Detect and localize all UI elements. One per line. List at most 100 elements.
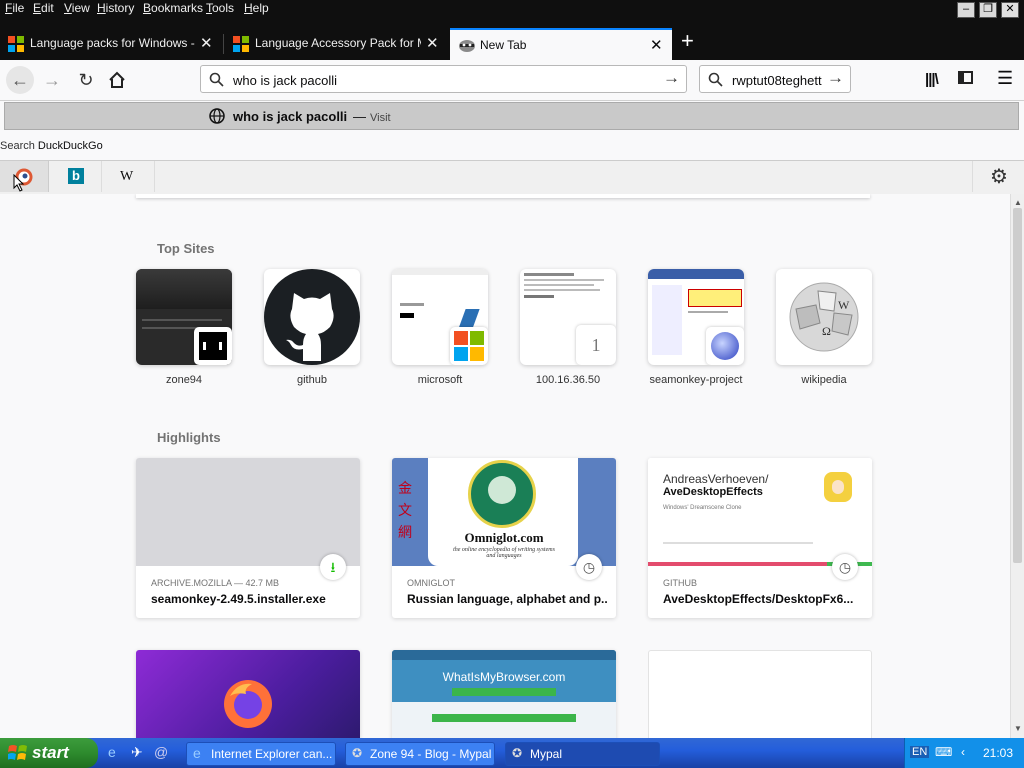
keyboard-icon[interactable]: ⌨ xyxy=(935,745,952,759)
taskbar-item-internet-explorer[interactable]: e Internet Explorer can... xyxy=(186,742,336,766)
menu-history[interactable]: History xyxy=(97,1,134,15)
home-button[interactable] xyxy=(103,66,131,94)
suggestion-separator: — xyxy=(353,109,366,124)
top-site-seamonkey-project[interactable]: seamonkey-project xyxy=(648,269,744,386)
github-icon xyxy=(264,269,360,365)
tab-title: Language Accessory Pack for Micr xyxy=(255,36,421,50)
highlight-card-github[interactable]: AndreasVerhoeven/ AveDesktopEffects Wind… xyxy=(648,458,872,618)
restore-button[interactable]: ❐ xyxy=(979,2,997,18)
mypal-raccoon-icon xyxy=(459,40,475,52)
search-box-edge xyxy=(136,194,870,198)
library-icon[interactable]: |||\ xyxy=(925,71,939,88)
clock-icon: ◷ xyxy=(576,554,602,580)
minimize-button[interactable]: ‒ xyxy=(957,2,975,18)
menu-tools[interactable]: Tools xyxy=(206,1,234,15)
go-arrow-icon[interactable]: → xyxy=(663,68,680,88)
close-tab-icon[interactable]: ✕ xyxy=(426,34,439,52)
card-title: seamonkey-2.49.5.installer.exe xyxy=(151,592,326,606)
search-settings-button[interactable]: ⚙ xyxy=(972,161,1024,192)
mypal-raccoon-icon: ✪ xyxy=(512,746,523,760)
search-bar[interactable]: → xyxy=(699,65,851,93)
search-icon xyxy=(209,72,224,87)
search-icon xyxy=(708,72,723,87)
wikipedia-icon: W xyxy=(120,169,134,184)
hamburger-menu-icon[interactable]: ☰ xyxy=(997,68,1013,89)
wikipedia-button[interactable]: W xyxy=(102,161,155,192)
highlight-card-seamonkey[interactable]: ⭳ ARCHIVE.MOZILLA — 42.7 MB seamonkey-2.… xyxy=(136,458,360,618)
start-button[interactable]: start xyxy=(0,738,98,768)
top-site-wikipedia[interactable]: Ω W wikipedia xyxy=(776,269,872,386)
card-meta: OMNIGLOT xyxy=(407,578,456,588)
microsoft-logo-icon xyxy=(233,36,249,52)
top-site-label: seamonkey-project xyxy=(649,374,743,386)
url-bar[interactable]: → xyxy=(200,65,687,93)
card-meta: GITHUB xyxy=(663,578,698,588)
svg-text:W: W xyxy=(838,298,850,312)
microsoft-logo-icon xyxy=(8,36,24,52)
highlight-card-firefox[interactable] xyxy=(136,650,360,738)
menu-bookmarks[interactable]: Bookmarks xyxy=(143,1,203,15)
top-site-label: github xyxy=(297,374,327,386)
close-tab-icon[interactable]: ✕ xyxy=(200,34,213,52)
omniglot-image-title: Omniglot.com xyxy=(464,530,544,545)
top-site-100-16-36-50[interactable]: 1 100.16.36.50 xyxy=(520,269,616,386)
top-site-label: microsoft xyxy=(417,374,463,386)
globe-icon xyxy=(209,108,225,124)
tab-language-accessory[interactable]: Language Accessory Pack for Micr ✕ xyxy=(225,28,447,60)
card-title: AveDesktopEffects/DesktopFx6... xyxy=(663,592,854,606)
menu-edit[interactable]: Edit xyxy=(33,1,54,15)
firefox-logo-icon xyxy=(224,680,272,728)
highlight-card-whatismybrowser[interactable]: WhatIsMyBrowser.com xyxy=(392,650,616,738)
url-input[interactable] xyxy=(231,70,655,90)
clock-icon: ◷ xyxy=(832,554,858,580)
top-site-label: wikipedia xyxy=(801,374,847,386)
navigation-toolbar: ← → ↻ → → |||\ ☰ xyxy=(0,60,1024,101)
mypal-raccoon-icon: ✪ xyxy=(352,746,363,760)
top-site-zone94[interactable]: zone94 xyxy=(136,269,232,386)
tab-language-packs[interactable]: Language packs for Windows - Mic ✕ xyxy=(0,28,222,60)
search-input[interactable] xyxy=(730,70,829,90)
site-badge: 1 xyxy=(576,325,616,365)
menu-help[interactable]: Help xyxy=(244,1,269,15)
card-meta: ARCHIVE.MOZILLA — 42.7 MB xyxy=(151,578,280,588)
top-site-label: zone94 xyxy=(165,374,203,386)
github-image-user: AndreasVerhoeven/ xyxy=(663,472,769,486)
clock: 21:03 xyxy=(983,746,1014,760)
highlight-card-omniglot[interactable]: 金文網 Omniglot.com the online encyclopedia… xyxy=(392,458,616,618)
tab-new-tab[interactable]: New Tab ✕ xyxy=(450,28,672,60)
vertical-scrollbar[interactable]: ▲ ▼ xyxy=(1010,194,1024,738)
bing-button[interactable]: b xyxy=(49,161,102,192)
ie-icon: e xyxy=(193,745,201,761)
taskbar-item-mypal[interactable]: ✪ Mypal xyxy=(505,742,660,766)
close-tab-icon[interactable]: ✕ xyxy=(650,36,663,54)
wikipedia-globe-icon: Ω W xyxy=(789,282,859,352)
suggestion-text: who is jack pacolli xyxy=(233,109,348,124)
ie-quicklaunch-icon[interactable]: e xyxy=(108,744,122,760)
tray-expand-icon[interactable]: ‹ xyxy=(961,745,965,759)
messenger-quicklaunch-icon[interactable]: ✈ xyxy=(131,744,147,760)
taskbar-item-zone94[interactable]: ✪ Zone 94 - Blog - Mypal xyxy=(345,742,495,766)
top-site-github[interactable]: github xyxy=(264,269,360,386)
menu-view[interactable]: View xyxy=(64,1,90,15)
home-icon xyxy=(109,71,125,88)
scrollbar-thumb[interactable] xyxy=(1013,208,1022,563)
top-site-microsoft[interactable]: microsoft xyxy=(392,269,488,386)
language-indicator[interactable]: EN xyxy=(910,746,930,758)
search-go-arrow-icon[interactable]: → xyxy=(827,68,844,88)
duckduckgo-button[interactable] xyxy=(0,161,49,192)
reload-button[interactable]: ↻ xyxy=(72,66,100,94)
forward-button[interactable]: → xyxy=(38,66,66,94)
new-tab-button[interactable]: + xyxy=(681,28,694,54)
close-window-button[interactable]: ✕ xyxy=(1001,2,1019,18)
one-off-search-engines: b W ⚙ xyxy=(0,160,1024,195)
card-title: Russian language, alphabet and p... xyxy=(407,592,607,606)
bing-icon: b xyxy=(68,168,84,184)
back-button[interactable]: ← xyxy=(6,66,34,94)
microsoft-logo-icon xyxy=(450,327,488,365)
url-suggestion-row[interactable]: who is jack pacolli — Visit xyxy=(4,102,1019,130)
gear-icon: ⚙ xyxy=(990,166,1008,188)
github-image-repo: AveDesktopEffects xyxy=(663,486,763,498)
menu-file[interactable]: File xyxy=(5,1,24,15)
outlook-quicklaunch-icon[interactable]: @ xyxy=(154,744,170,760)
sidebar-toggle-icon[interactable] xyxy=(958,71,973,84)
